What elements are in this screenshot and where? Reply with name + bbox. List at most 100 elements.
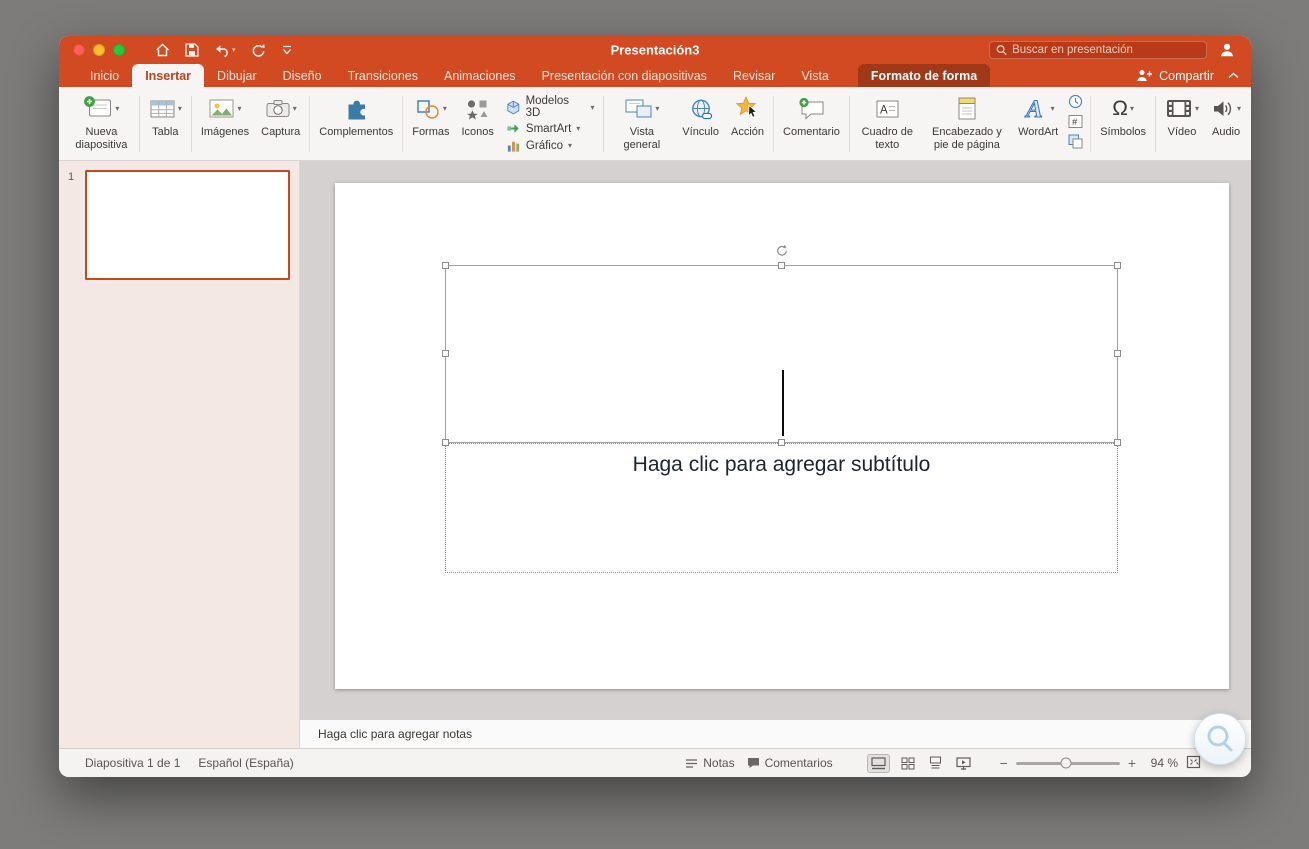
chart-button[interactable]: Gráfico ▾ bbox=[506, 138, 595, 153]
text-cursor bbox=[781, 370, 784, 436]
illustrations-stack: Modelos 3D ▾ SmartArt ▾ Gráfico ▾ bbox=[500, 90, 601, 158]
slide-count-label: Diapositiva 1 de 1 bbox=[85, 756, 181, 770]
slide-canvas[interactable]: Haga clic para agregar subtítulo bbox=[335, 183, 1229, 689]
title-placeholder[interactable] bbox=[442, 244, 1121, 446]
minimize-window-button[interactable] bbox=[93, 44, 105, 56]
object-button[interactable] bbox=[1068, 134, 1083, 154]
ribbon-button-label: Encabezado y pie de página bbox=[932, 126, 1002, 152]
tab-presentacion-con-diapositivas[interactable]: Presentación con diapositivas bbox=[529, 64, 720, 87]
screenshot-button[interactable]: ▾ Captura bbox=[255, 90, 306, 158]
undo-button[interactable]: ▾ bbox=[214, 44, 236, 57]
resize-handle[interactable] bbox=[1114, 262, 1121, 269]
ribbon-button-label: Tabla bbox=[152, 126, 179, 138]
new-slide-button[interactable]: ▾ Nueva diapositiva bbox=[67, 90, 136, 158]
redo-button[interactable] bbox=[251, 43, 266, 58]
smartart-button[interactable]: SmartArt ▾ bbox=[506, 121, 595, 136]
resize-handle[interactable] bbox=[1114, 439, 1121, 446]
tab-formato-de-forma[interactable]: Formato de forma bbox=[857, 64, 991, 87]
symbols-button[interactable]: Ω ▾ Símbolos bbox=[1094, 90, 1152, 158]
rotation-handle[interactable] bbox=[775, 244, 788, 262]
zoom-slider-thumb[interactable] bbox=[1060, 757, 1072, 769]
tab-animaciones[interactable]: Animaciones bbox=[431, 64, 529, 87]
video-filmstrip-icon bbox=[1167, 100, 1192, 117]
tab-transiciones[interactable]: Transiciones bbox=[335, 64, 431, 87]
fit-slide-button[interactable] bbox=[1186, 755, 1201, 772]
slide-thumbnail[interactable] bbox=[85, 170, 290, 280]
resize-handle[interactable] bbox=[1114, 350, 1121, 357]
resize-handle[interactable] bbox=[442, 439, 449, 446]
slide-number-button[interactable]: # bbox=[1068, 114, 1083, 134]
action-button[interactable]: Acción bbox=[725, 90, 770, 158]
slide-sorter-view-button[interactable] bbox=[898, 755, 918, 772]
search-box[interactable] bbox=[989, 41, 1207, 59]
text-box-button[interactable]: A Cuadro de texto bbox=[853, 90, 922, 158]
close-window-button[interactable] bbox=[73, 44, 85, 56]
collapse-ribbon-button[interactable] bbox=[1228, 72, 1239, 79]
account-button[interactable] bbox=[1219, 42, 1235, 62]
icons-button[interactable]: Iconos bbox=[456, 90, 500, 158]
notes-page-icon bbox=[929, 756, 941, 769]
search-input[interactable] bbox=[1012, 44, 1200, 56]
resize-handle[interactable] bbox=[442, 350, 449, 357]
home-button[interactable] bbox=[155, 43, 170, 57]
add-ins-button[interactable]: Complementos bbox=[313, 90, 399, 158]
tab-revisar[interactable]: Revisar bbox=[720, 64, 788, 87]
3d-models-button[interactable]: Modelos 3D ▾ bbox=[506, 95, 595, 119]
tab-diseno[interactable]: Diseño bbox=[270, 64, 335, 87]
quick-access-customize-button[interactable] bbox=[281, 44, 293, 56]
group-separator bbox=[1155, 96, 1157, 152]
tab-insertar[interactable]: Insertar bbox=[132, 64, 205, 87]
normal-view-button[interactable] bbox=[866, 753, 890, 773]
share-button[interactable]: Compartir bbox=[1136, 69, 1214, 83]
audio-button[interactable]: ▾ Audio bbox=[1205, 90, 1247, 158]
rotate-icon bbox=[776, 244, 787, 256]
resize-handle[interactable] bbox=[442, 262, 449, 269]
pictures-button[interactable]: ▾ Imágenes bbox=[195, 90, 255, 158]
subtitle-placeholder[interactable]: Haga clic para agregar subtítulo bbox=[445, 443, 1118, 573]
new-comment-icon bbox=[799, 97, 824, 120]
zoom-window-button[interactable] bbox=[113, 44, 125, 56]
comment-button[interactable]: Comentario bbox=[777, 90, 846, 158]
tab-vista[interactable]: Vista bbox=[788, 64, 842, 87]
resize-handle[interactable] bbox=[777, 439, 785, 446]
wordart-button[interactable]: A ▾ WordArt bbox=[1012, 90, 1064, 158]
tab-inicio[interactable]: Inicio bbox=[77, 64, 132, 87]
ribbon-button-label: Acción bbox=[731, 126, 765, 138]
notes-page-view-button[interactable] bbox=[926, 754, 945, 772]
zoom-level-label[interactable]: 94 % bbox=[1144, 756, 1178, 770]
search-icon bbox=[996, 45, 1007, 56]
tab-dibujar[interactable]: Dibujar bbox=[204, 64, 270, 87]
slideshow-view-button[interactable] bbox=[953, 755, 974, 772]
chevron-down-icon: ▾ bbox=[442, 104, 447, 113]
zoom-in-button[interactable]: + bbox=[1128, 755, 1136, 771]
new-slide-icon bbox=[84, 96, 112, 117]
header-footer-icon bbox=[958, 97, 976, 120]
notes-toggle[interactable]: Notas bbox=[685, 756, 735, 770]
language-selector[interactable]: Español (España) bbox=[198, 756, 293, 770]
ribbon-button-label: WordArt bbox=[1018, 126, 1059, 138]
table-icon bbox=[150, 100, 175, 117]
notes-pane[interactable]: Haga clic para agregar notas bbox=[300, 719, 1251, 748]
header-footer-button[interactable]: Encabezado y pie de página bbox=[922, 90, 1012, 158]
subtitle-placeholder-text: Haga clic para agregar subtítulo bbox=[632, 453, 931, 476]
shapes-button[interactable]: ▾ Formas bbox=[406, 90, 455, 158]
resize-handle[interactable] bbox=[777, 262, 785, 269]
comments-toggle[interactable]: Comentarios bbox=[747, 756, 833, 770]
slide-number-label: 1 bbox=[68, 171, 75, 183]
comment-bubble-icon bbox=[747, 758, 759, 768]
video-button[interactable]: ▾ Vídeo bbox=[1159, 90, 1205, 158]
chevron-down-icon: ▾ bbox=[115, 104, 120, 113]
save-button[interactable] bbox=[185, 43, 199, 57]
icons-gallery-icon bbox=[467, 99, 488, 120]
zoom-out-button[interactable]: − bbox=[1000, 755, 1008, 771]
chevron-down-icon: ▾ bbox=[590, 102, 595, 112]
undo-icon bbox=[216, 44, 228, 57]
table-button[interactable]: ▾ Tabla bbox=[143, 90, 188, 158]
date-time-button[interactable] bbox=[1068, 94, 1083, 114]
link-button[interactable]: Vínculo bbox=[676, 90, 725, 158]
text-mini-buttons: # bbox=[1064, 90, 1087, 158]
share-person-add-icon bbox=[1137, 70, 1153, 81]
zoom-links-button[interactable]: ▾ Vista general bbox=[607, 90, 676, 158]
zoom-slider[interactable] bbox=[1015, 757, 1120, 769]
help-search-fab[interactable] bbox=[1194, 713, 1246, 765]
